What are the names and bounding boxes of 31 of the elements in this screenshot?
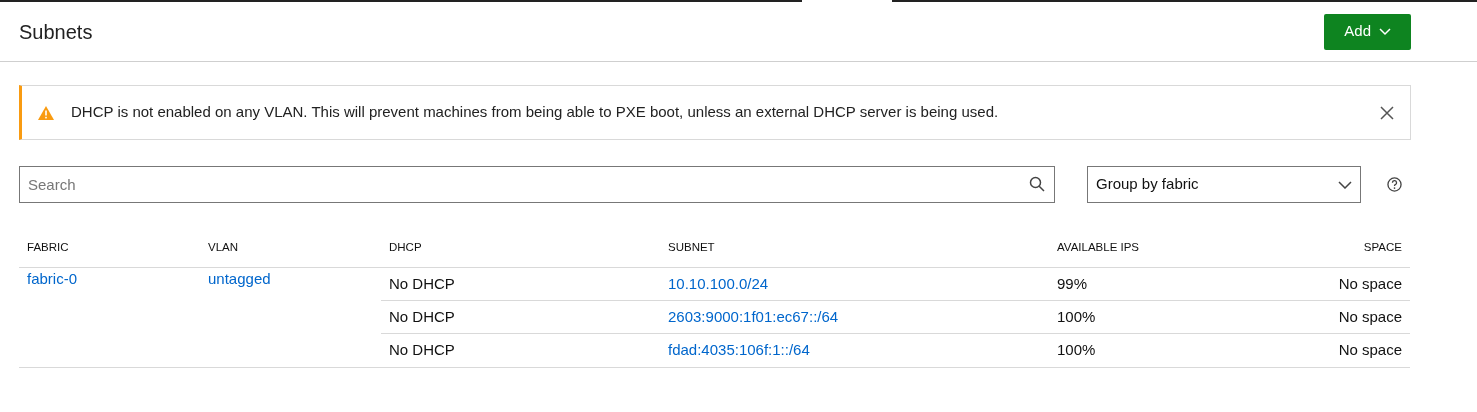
table-cell-text: No DHCP [389, 306, 455, 327]
add-button[interactable]: Add [1324, 13, 1411, 50]
vlan-link[interactable]: untagged [208, 268, 271, 291]
column-header: VLAN [207, 240, 240, 256]
search-field[interactable]: Search [19, 166, 1055, 203]
column-header: AVAILABLE IPS [1056, 240, 1141, 256]
table-cell-text: No space [1338, 273, 1402, 294]
group-by-dropdown[interactable]: Group by fabric [1087, 166, 1361, 203]
search-icon [1029, 176, 1045, 192]
fabric-link[interactable]: fabric-0 [27, 268, 78, 291]
table-cell-text: No DHCP [389, 273, 455, 294]
close-icon[interactable] [1380, 105, 1394, 120]
warning-icon [38, 105, 54, 120]
subnet-link[interactable]: 2603:9000:1f01:ec67::/64 [668, 305, 839, 329]
table-cell-text: 100% [1057, 340, 1096, 361]
table-cell-text: 100% [1057, 306, 1096, 327]
table-cell-text: No space [1338, 340, 1402, 361]
column-header: SPACE [1362, 240, 1403, 256]
column-header: SUBNET [667, 240, 716, 256]
subnet-link[interactable]: fdad:4035:106f:1::/64 [668, 339, 810, 362]
help-icon[interactable] [1387, 177, 1402, 192]
chevron-down-icon [1338, 180, 1352, 189]
warning-message: DHCP is not enabled on any VLAN. This will prevent machines from being able to PXE boot, unless an external DHCP server is being used. [71, 102, 1000, 123]
table-cell-text: 99% [1057, 273, 1088, 294]
column-header: FABRIC [26, 240, 70, 256]
chevron-down-icon [1379, 27, 1391, 36]
subnet-link[interactable]: 10.10.100.0/24 [668, 272, 769, 296]
table-cell-text: No space [1338, 306, 1402, 327]
page-title: Subnets [19, 19, 93, 45]
column-header: DHCP [388, 240, 423, 256]
table-cell-text: No DHCP [389, 340, 455, 361]
